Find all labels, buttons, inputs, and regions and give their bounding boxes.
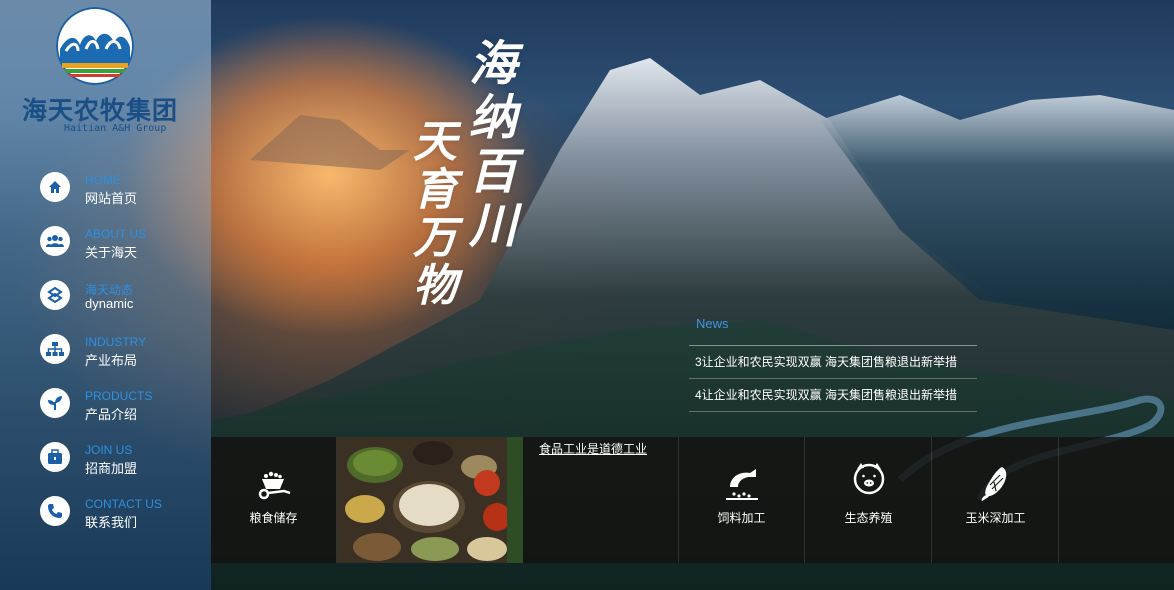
- brand-name-en: Haitian A&H Group: [64, 123, 167, 134]
- nav-item-en-label: ABOUT US: [85, 227, 147, 241]
- phone-icon: [40, 496, 70, 526]
- business-empty-cell: [1060, 437, 1174, 563]
- slogan-line-2: 天育万物: [405, 118, 456, 310]
- logo[interactable]: [56, 7, 134, 85]
- business-eco-breeding[interactable]: 生态养殖: [806, 437, 932, 563]
- nav-item-cn-label: 关于海天: [85, 245, 138, 260]
- business-label: 粮食储存: [249, 511, 298, 525]
- business-grain-storage[interactable]: 粮食储存: [211, 437, 337, 563]
- sprout-icon: [40, 388, 70, 418]
- feature-title-link[interactable]: 食品工业是道德工业: [539, 440, 647, 457]
- business-corn-processing[interactable]: 玉米深加工: [933, 437, 1059, 563]
- waves-logo-icon: [59, 10, 131, 82]
- news-panel: News 3让企业和农民实现双赢 海天集团售粮退出新举措 4让企业和农民实现双赢…: [689, 316, 977, 412]
- slogan-line-1: 海纳百川: [460, 38, 516, 254]
- business-label: 生态养殖: [844, 511, 893, 525]
- home-icon: [40, 172, 70, 202]
- pig-icon: [853, 463, 884, 495]
- nav-item-cn-label: dynamic: [85, 296, 134, 311]
- nav-item-cn-label: 网站首页: [85, 191, 138, 206]
- nav-item-en-label: INDUSTRY: [85, 335, 147, 349]
- feature-card[interactable]: 食品工业是道德工业: [337, 437, 679, 563]
- nav-item-cn-label: 产品介绍: [85, 407, 138, 422]
- users-icon: [40, 226, 70, 256]
- business-strip: 粮食储存 食品工业是道德工业 饲料加工 生态养殖 玉米深加工: [211, 437, 1174, 563]
- nav-item-join[interactable]: JOIN US 招商加盟: [40, 440, 210, 494]
- news-link[interactable]: 3让企业和农民实现双赢 海天集团售粮退出新举措: [689, 346, 977, 379]
- nav-item-cn-label: 联系我们: [85, 515, 138, 530]
- brand-name-cn: 海天农牧集团: [22, 96, 179, 125]
- business-label: 饲料加工: [717, 511, 766, 525]
- grains-photo: [337, 437, 523, 563]
- nav-item-en-label: JOIN US: [85, 443, 133, 457]
- news-heading: News: [696, 316, 729, 331]
- feed-machine-icon: [725, 469, 758, 500]
- business-label: 玉米深加工: [965, 511, 1026, 525]
- nav-item-dynamic[interactable]: 海天动态 dynamic: [40, 278, 210, 332]
- briefcase-icon: [40, 442, 70, 472]
- nav-item-home[interactable]: HOME 网站首页: [40, 170, 210, 224]
- nav-item-products[interactable]: PRODUCTS 产品介绍: [40, 386, 210, 440]
- dynamic-icon: [40, 280, 70, 310]
- main-nav: HOME 网站首页 ABOUT US 关于海天 海天动态 dynamic IND…: [40, 170, 210, 548]
- nav-item-en-label: HOME: [85, 173, 121, 187]
- news-link[interactable]: 4让企业和农民实现双赢 海天集团售粮退出新举措: [689, 379, 977, 412]
- nav-item-contact[interactable]: CONTACT US 联系我们: [40, 494, 210, 548]
- sitemap-icon: [40, 334, 70, 364]
- nav-item-en-label: CONTACT US: [85, 497, 162, 511]
- nav-item-cn-label: 产业布局: [85, 353, 138, 368]
- nav-item-about[interactable]: ABOUT US 关于海天: [40, 224, 210, 278]
- business-feed-processing[interactable]: 饲料加工: [679, 437, 805, 563]
- wheelbarrow-icon: [258, 471, 290, 500]
- nav-item-cn-label: 招商加盟: [85, 461, 138, 476]
- corn-icon: [981, 467, 1006, 501]
- nav-item-en-label: PRODUCTS: [85, 389, 153, 403]
- sidebar: 海天农牧集团 Haitian A&H Group HOME 网站首页 ABOUT…: [0, 0, 211, 590]
- nav-item-industry[interactable]: INDUSTRY 产业布局: [40, 332, 210, 386]
